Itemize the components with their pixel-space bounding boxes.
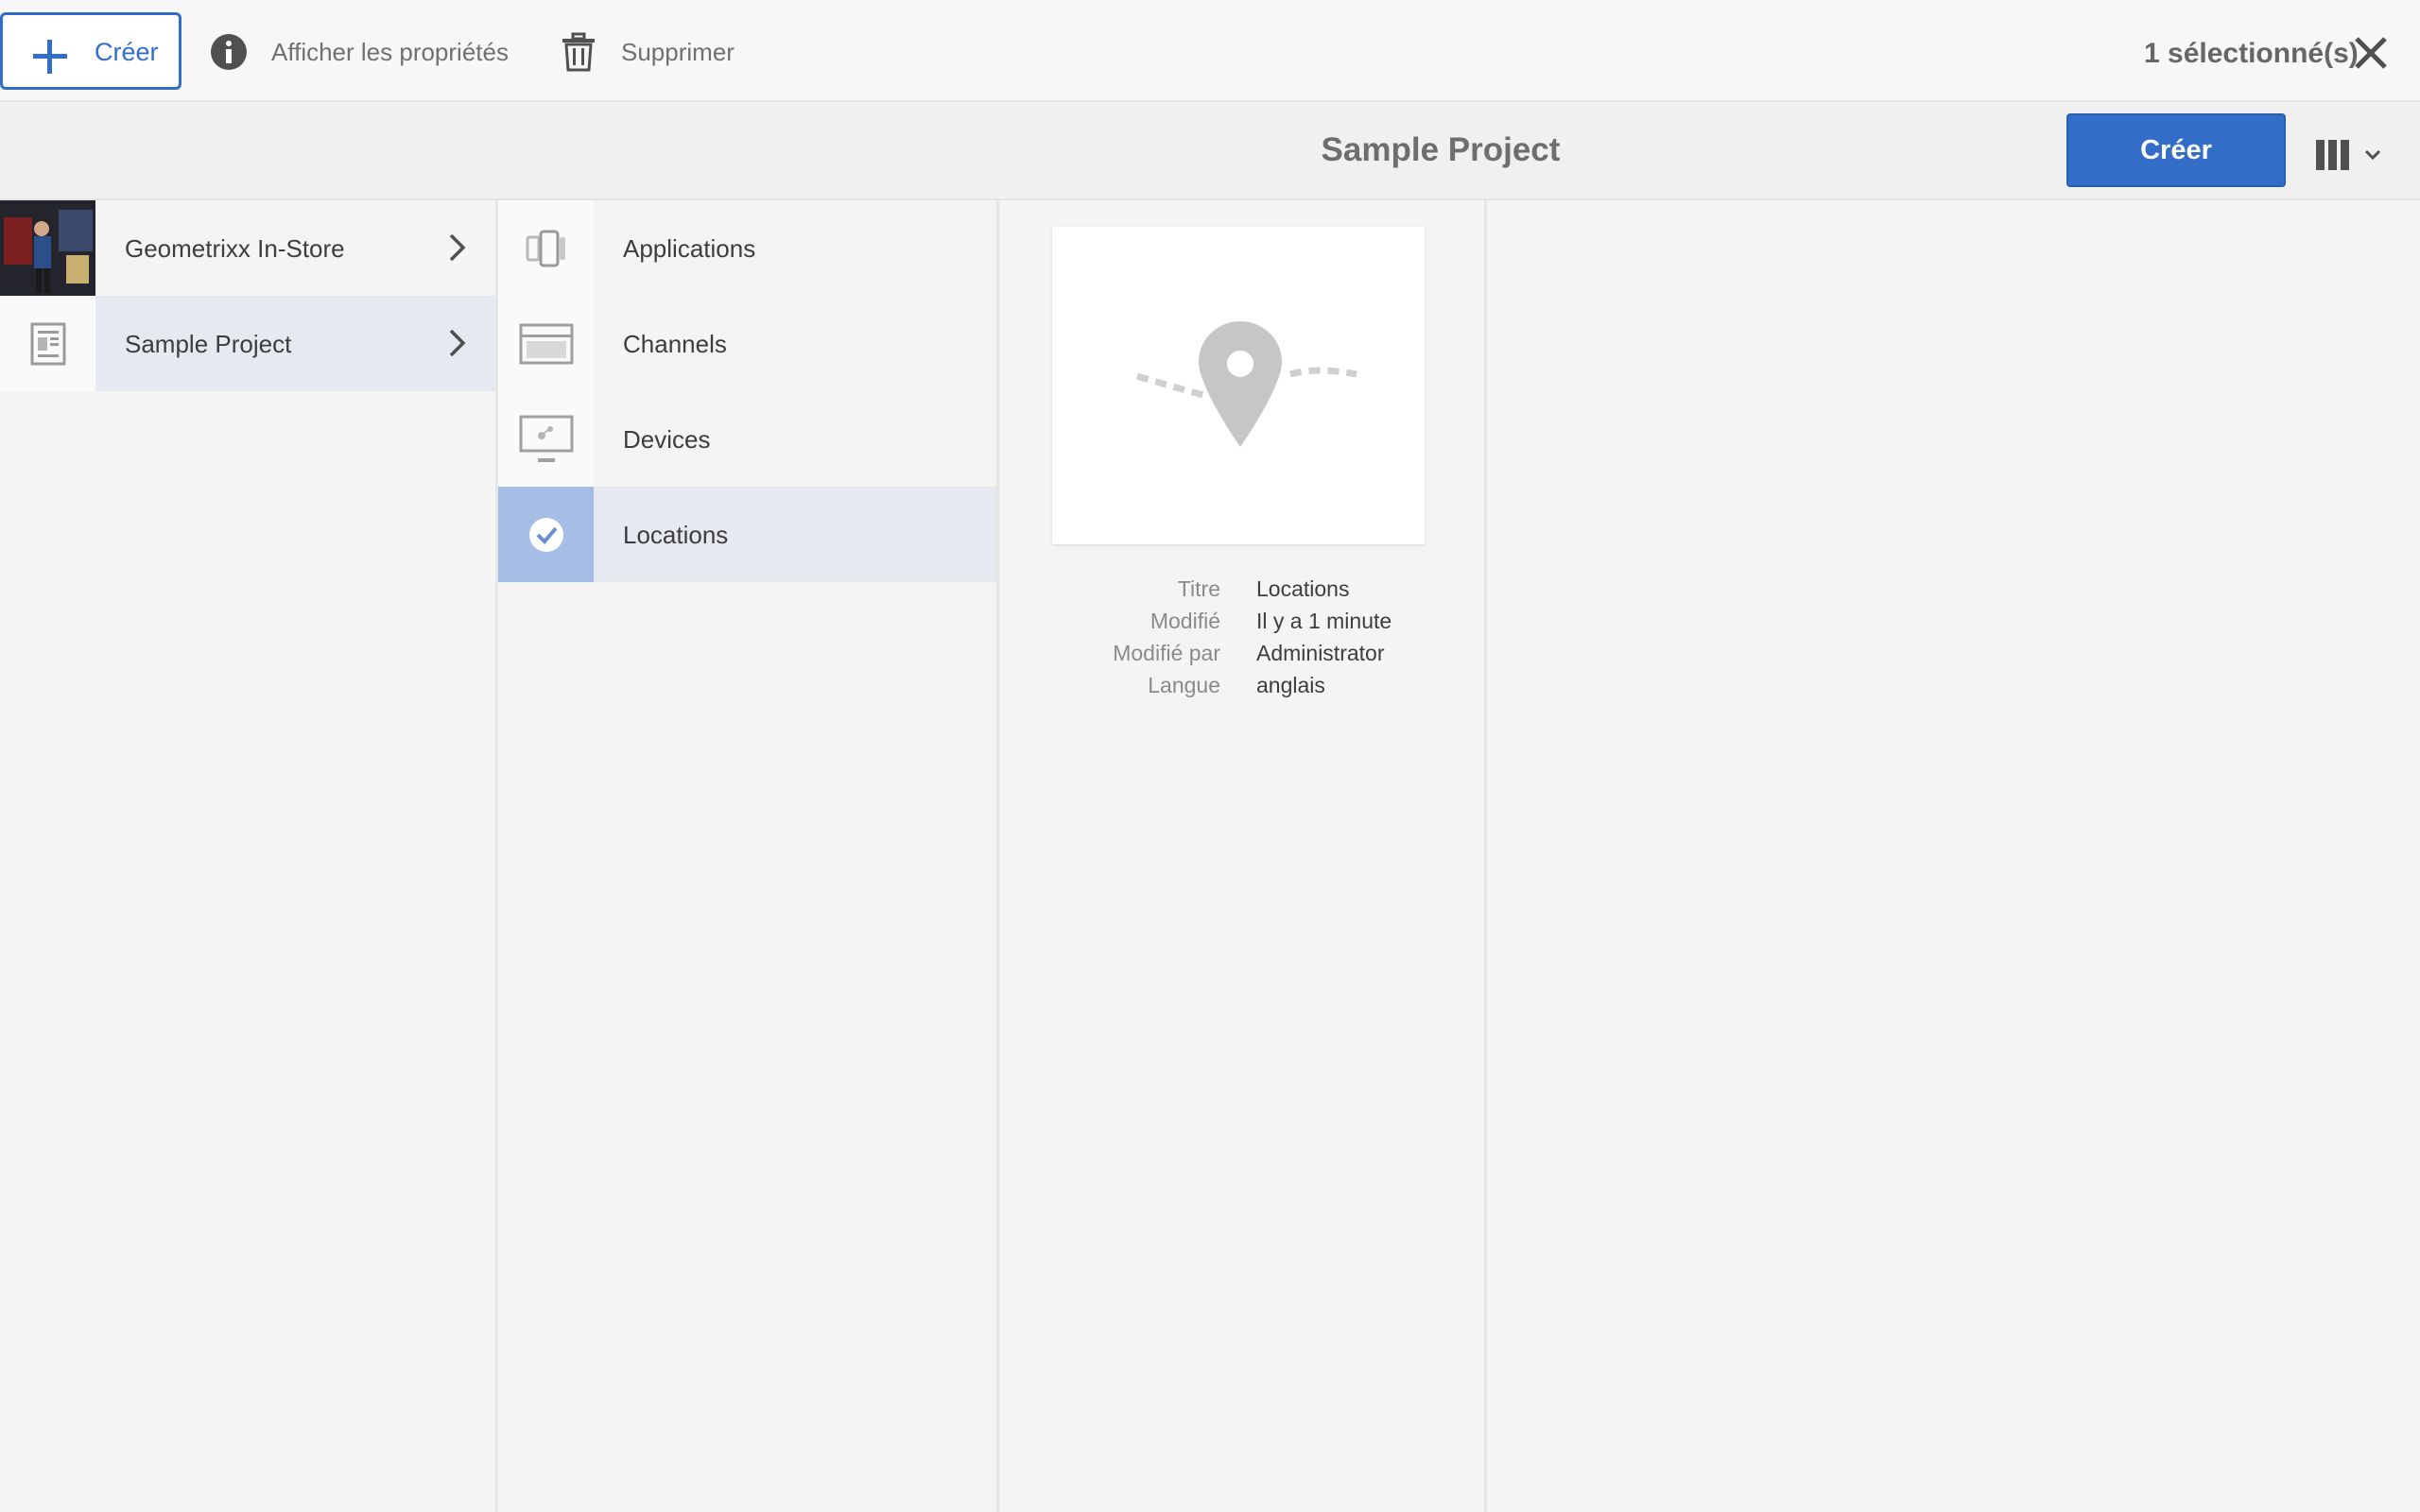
column-view-icon (2316, 140, 2349, 170)
delete-label: Supprimer (621, 37, 735, 66)
trash-icon (562, 32, 595, 72)
title-key: Titre (1177, 576, 1220, 601)
folder-label: Channels (623, 330, 727, 358)
chevron-down-icon (2364, 149, 2381, 161)
channels-icon (498, 296, 594, 391)
title-bar: Sample Project Créer (0, 102, 2420, 200)
selection-count: 1 sélectionné(s) (2144, 38, 2359, 69)
modified-by-key: Modifié par (1113, 641, 1220, 665)
map-pin-icon (1135, 321, 1357, 447)
details-column: Titre Locations Modifié Il y a 1 minute … (999, 200, 1487, 1512)
project-label: Geometrixx In-Store (125, 234, 345, 263)
show-properties-label: Afficher les propriétés (271, 37, 509, 66)
project-label: Sample Project (125, 330, 292, 358)
page-title: Sample Project (1321, 131, 1561, 168)
applications-icon (498, 200, 594, 296)
info-icon (211, 34, 247, 70)
modified-value: Il y a 1 minute (1256, 609, 1392, 633)
devices-icon (498, 391, 594, 487)
location-preview-card[interactable] (1052, 227, 1425, 544)
list-item-channels[interactable]: Channels (498, 296, 996, 391)
list-item-applications[interactable]: Applications (498, 200, 996, 296)
checkmark-icon[interactable] (498, 487, 594, 582)
projects-column: Geometrixx In-Store Sample Project (0, 200, 498, 1512)
list-item-geometrixx[interactable]: Geometrixx In-Store (0, 200, 495, 296)
language-key: Langue (1148, 673, 1220, 697)
folder-label: Locations (623, 521, 729, 549)
plus-icon (33, 40, 67, 74)
language-value: anglais (1256, 673, 1325, 697)
list-item-locations[interactable]: Locations (498, 487, 996, 582)
create-button[interactable]: Créer (0, 12, 182, 90)
column-view-switcher[interactable] (2314, 138, 2390, 172)
create-button-label: Créer (95, 38, 159, 66)
item-metadata: Titre Locations Modifié Il y a 1 minute … (999, 576, 1484, 705)
close-icon[interactable] (2354, 36, 2388, 70)
folder-label: Devices (623, 425, 711, 454)
list-item-sample-project[interactable]: Sample Project (0, 296, 495, 391)
folder-label: Applications (623, 234, 756, 263)
list-item-devices[interactable]: Devices (498, 391, 996, 487)
create-primary-button[interactable]: Créer (2066, 113, 2286, 187)
folders-column: Applications Channels Devices Locations (498, 200, 999, 1512)
modified-key: Modifié (1150, 609, 1220, 633)
show-properties-button[interactable]: Afficher les propriétés (210, 28, 509, 76)
chevron-right-icon (449, 329, 466, 357)
project-icon (0, 296, 95, 391)
action-bar: Créer Afficher les propriétés Supprimer … (0, 0, 2420, 102)
title-value: Locations (1256, 576, 1350, 601)
store-photo-thumbnail (0, 200, 95, 296)
delete-button[interactable]: Supprimer (560, 28, 735, 76)
modified-by-value: Administrator (1256, 641, 1385, 665)
chevron-right-icon (449, 233, 466, 262)
